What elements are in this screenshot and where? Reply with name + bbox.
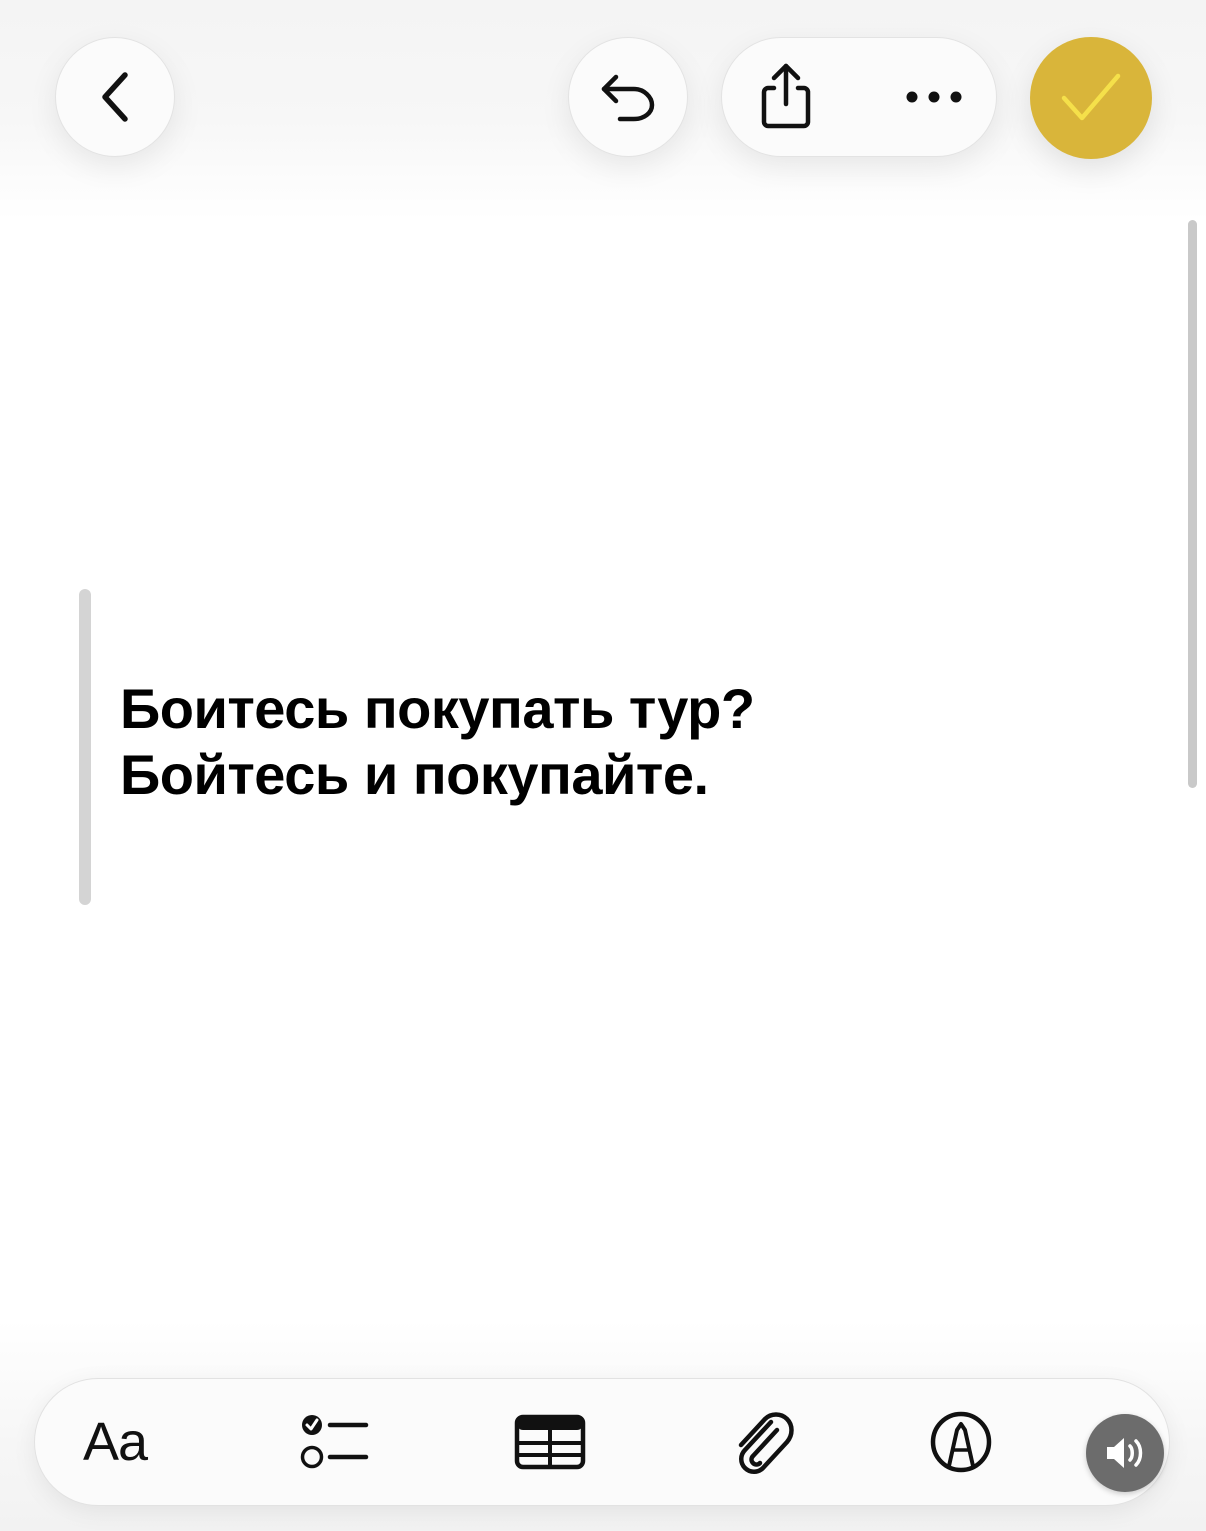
speaker-icon: [1107, 1438, 1143, 1468]
table-icon: [514, 1414, 586, 1470]
speaker-button[interactable]: [1086, 1414, 1164, 1492]
done-button[interactable]: [1030, 37, 1152, 159]
share-icon: [761, 63, 811, 129]
checklist-icon: [300, 1415, 369, 1469]
block-quote-bar: [79, 589, 91, 905]
undo-icon: [601, 74, 655, 122]
more-button[interactable]: [874, 38, 994, 156]
note-body[interactable]: Боитесь покупать тур? Бойтесь и покупайт…: [120, 676, 1120, 808]
undo-button[interactable]: [568, 37, 688, 157]
paperclip-icon: [738, 1412, 794, 1474]
table-button[interactable]: [490, 1379, 610, 1505]
note-line-2: Бойтесь и покупайте.: [120, 743, 709, 806]
scroll-indicator[interactable]: [1188, 220, 1197, 788]
notes-editor-screen: Боитесь покупать тур? Бойтесь и покупайт…: [0, 0, 1206, 1531]
chevron-left-icon: [102, 72, 128, 122]
share-button[interactable]: [726, 38, 846, 156]
note-line-1: Боитесь покупать тур?: [120, 677, 755, 740]
markup-button[interactable]: [901, 1379, 1021, 1505]
pen-markup-icon: [930, 1411, 992, 1473]
ellipsis-icon: [906, 91, 962, 103]
back-button[interactable]: [55, 37, 175, 157]
checklist-button[interactable]: [275, 1379, 395, 1505]
attachment-button[interactable]: [703, 1379, 823, 1505]
format-text-button[interactable]: Aa: [55, 1379, 175, 1505]
checkmark-icon: [1061, 73, 1121, 121]
format-text-label: Aa: [82, 1412, 148, 1472]
share-more-group: [721, 37, 997, 157]
format-toolbar: Aa: [34, 1378, 1170, 1506]
